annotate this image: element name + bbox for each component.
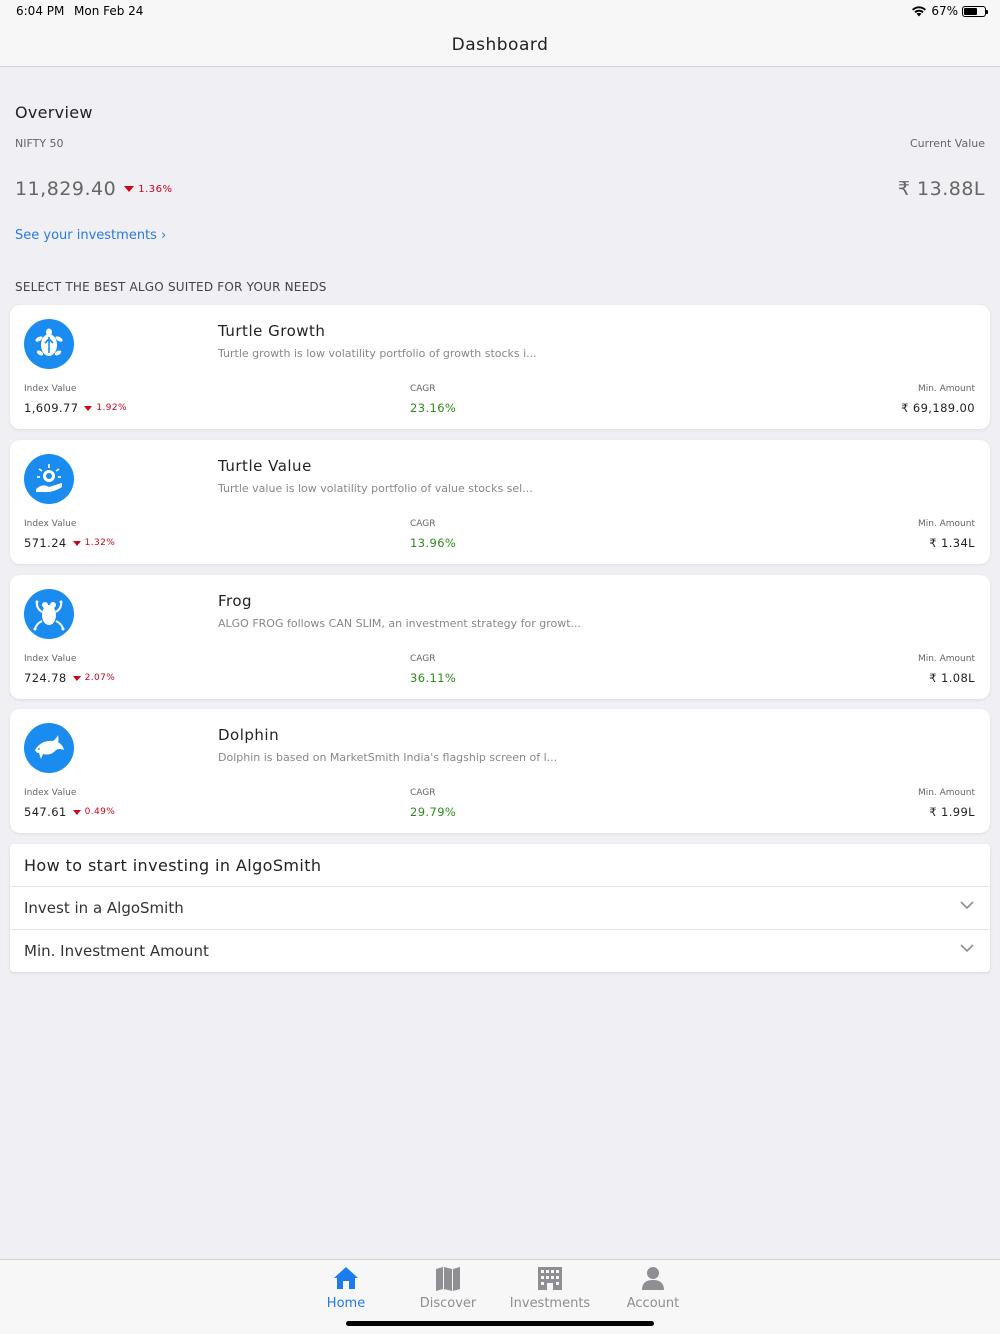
algo-name: Turtle Value	[218, 457, 312, 475]
overview-section: Overview NIFTY 50 Current Value 11,829.4…	[0, 67, 1000, 267]
map-icon	[436, 1267, 460, 1291]
turtle-icon	[24, 319, 74, 369]
index-value: 724.78	[24, 671, 67, 685]
page-title: Dashboard	[451, 35, 549, 55]
dolphin-icon	[24, 723, 74, 773]
min-amount-value: ₹ 1.34L	[929, 536, 975, 550]
nifty-change-value: 1.36%	[138, 183, 173, 195]
algo-card-turtle-growth[interactable]: Turtle Growth Turtle growth is low volat…	[10, 305, 990, 429]
cagr-value: 13.96%	[410, 536, 457, 550]
cagr-value: 23.16%	[410, 401, 457, 415]
down-arrow-icon	[84, 405, 93, 411]
battery-icon	[962, 5, 988, 17]
algo-name: Frog	[218, 592, 253, 610]
index-change-value: 2.07%	[84, 673, 116, 683]
down-arrow-icon	[124, 186, 135, 192]
status-bar: 6:04 PM Mon Feb 24 67%	[0, 0, 1000, 24]
faq-item-min-investment[interactable]: Min. Investment Amount	[10, 929, 990, 972]
navigation-bar: Dashboard	[0, 24, 1000, 67]
index-value-row: 571.24 1.32%	[24, 536, 115, 550]
cagr-value: 29.79%	[410, 805, 457, 819]
cagr-value: 36.11%	[410, 671, 457, 685]
tab-label: Investments	[509, 1296, 591, 1311]
battery-percent: 67%	[931, 4, 958, 18]
index-change-value: 1.92%	[96, 403, 128, 413]
tab-label: Discover	[419, 1296, 477, 1311]
tab-home[interactable]: Home	[296, 1264, 396, 1311]
chevron-down-icon[interactable]	[960, 944, 974, 953]
tab-investments[interactable]: Investments	[500, 1264, 600, 1311]
index-value-row: 724.78 2.07%	[24, 671, 115, 685]
min-amount-value: ₹ 1.99L	[929, 805, 975, 819]
home-indicator	[346, 1321, 654, 1326]
algo-description: Turtle value is low volatility portfolio…	[218, 482, 533, 495]
index-value-row: 1,609.77 1.92%	[24, 401, 127, 415]
status-time: 6:04 PM	[16, 4, 65, 18]
algo-name: Dolphin	[218, 726, 280, 744]
index-value-label: Index Value	[24, 654, 77, 664]
algo-card-dolphin[interactable]: Dolphin Dolphin is based on MarketSmith …	[10, 709, 990, 833]
index-change-value: 1.32%	[84, 538, 116, 548]
nifty-change: 1.36%	[124, 184, 172, 195]
status-date: Mon Feb 24	[74, 4, 144, 18]
current-value: ₹ 13.88L	[897, 178, 985, 200]
down-arrow-icon	[72, 809, 81, 815]
index-change: 1.32%	[72, 538, 116, 548]
cagr-label: CAGR	[410, 788, 436, 798]
faq-item-label: Invest in a AlgoSmith	[24, 899, 184, 917]
nifty-label: NIFTY 50	[15, 137, 64, 150]
faq-title: How to start investing in AlgoSmith	[24, 856, 322, 875]
min-amount-label: Min. Amount	[917, 519, 975, 529]
tab-account[interactable]: Account	[603, 1264, 703, 1311]
tab-label: Account	[626, 1296, 680, 1311]
person-icon	[642, 1267, 664, 1290]
nifty-value-row: 11,829.40 1.36%	[15, 178, 172, 200]
chevron-down-icon[interactable]	[960, 901, 974, 910]
see-investments-link[interactable]: See your investments ›	[15, 228, 166, 243]
index-value-row: 547.61 0.49%	[24, 805, 115, 819]
algo-description: Dolphin is based on MarketSmith India's …	[218, 751, 558, 764]
index-change-value: 0.49%	[84, 807, 116, 817]
status-indicators: 67%	[911, 4, 988, 18]
faq-item-label: Min. Investment Amount	[24, 942, 209, 960]
cagr-label: CAGR	[410, 654, 436, 664]
min-amount-value: ₹ 1.08L	[929, 671, 975, 685]
cagr-label: CAGR	[410, 384, 436, 394]
faq-section: How to start investing in AlgoSmith Inve…	[10, 844, 990, 972]
building-icon	[538, 1267, 562, 1290]
down-arrow-icon	[72, 540, 81, 546]
wifi-icon	[912, 6, 927, 17]
index-change: 2.07%	[72, 673, 116, 683]
index-value: 547.61	[24, 805, 67, 819]
index-change: 0.49%	[72, 807, 116, 817]
algo-card-frog[interactable]: Frog ALGO FROG follows CAN SLIM, an inve…	[10, 575, 990, 699]
tab-discover[interactable]: Discover	[398, 1264, 498, 1311]
algo-description: Turtle growth is low volatility portfoli…	[218, 347, 537, 360]
min-amount-label: Min. Amount	[917, 384, 975, 394]
home-icon	[334, 1267, 358, 1289]
frog-icon	[24, 589, 74, 639]
index-value-label: Index Value	[24, 384, 77, 394]
min-amount-label: Min. Amount	[917, 654, 975, 664]
current-value-label: Current Value	[909, 137, 985, 150]
algo-section-label: SELECT THE BEST ALGO SUITED FOR YOUR NEE…	[15, 280, 327, 294]
min-amount-label: Min. Amount	[917, 788, 975, 798]
faq-item-invest[interactable]: Invest in a AlgoSmith	[10, 886, 990, 929]
algo-description: ALGO FROG follows CAN SLIM, an investmen…	[218, 617, 582, 630]
tab-label: Home	[326, 1296, 366, 1311]
index-value: 1,609.77	[24, 401, 79, 415]
index-value-label: Index Value	[24, 788, 77, 798]
index-value: 571.24	[24, 536, 67, 550]
index-change: 1.92%	[84, 403, 127, 413]
nifty-value: 11,829.40	[15, 178, 117, 200]
cagr-label: CAGR	[410, 519, 436, 529]
index-value-label: Index Value	[24, 519, 77, 529]
algo-name: Turtle Growth	[218, 322, 326, 340]
turtle-value-icon	[24, 454, 74, 504]
overview-title: Overview	[15, 103, 93, 122]
min-amount-value: ₹ 69,189.00	[901, 401, 975, 415]
algo-card-turtle-value[interactable]: Turtle Value Turtle value is low volatil…	[10, 440, 990, 564]
down-arrow-icon	[72, 675, 81, 681]
